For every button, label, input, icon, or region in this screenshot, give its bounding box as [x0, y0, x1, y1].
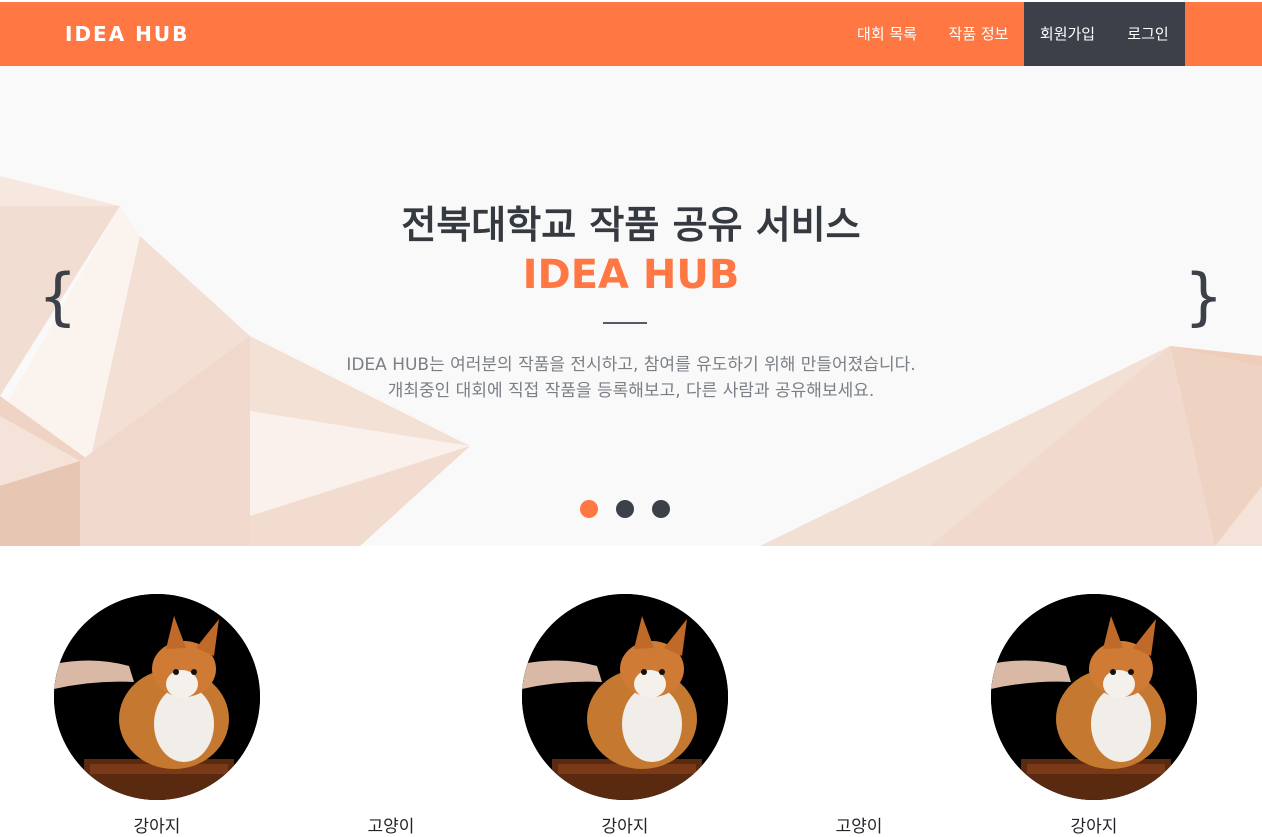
- corgi-image: [54, 594, 260, 800]
- hero-brand: IDEA HUB: [522, 252, 740, 298]
- nav-login[interactable]: 로그인: [1111, 2, 1185, 66]
- hero-divider: [603, 322, 647, 324]
- corgi-image: [522, 594, 728, 800]
- nav-signup[interactable]: 회원가입: [1024, 2, 1111, 66]
- hero-description-line-2: 개최중인 대회에 직접 작품을 등록해보고, 다른 사람과 공유해보세요.: [387, 381, 875, 401]
- nav-contest-list[interactable]: 대회 목록: [841, 2, 933, 66]
- work-caption-1[interactable]: 강아지: [67, 812, 247, 837]
- hero-title: 전북대학교 작품 공유 서비스: [401, 203, 861, 247]
- hero-background-pattern: [0, 176, 1262, 546]
- top-navbar: IDEA HUB 대회 목록 작품 정보 회원가입 로그인: [0, 2, 1262, 66]
- work-caption-cat-2[interactable]: 고양이: [769, 812, 949, 837]
- corgi-image: [991, 594, 1197, 800]
- work-thumbnail-3[interactable]: [991, 594, 1197, 800]
- hero-description-line-1: IDEA HUB는 여러분의 작품을 전시하고, 참여를 유도하기 위해 만들어…: [346, 355, 916, 375]
- work-caption-cat-1[interactable]: 고양이: [301, 812, 481, 837]
- work-thumbnail-1[interactable]: [54, 594, 260, 800]
- carousel-indicator-3[interactable]: [652, 500, 670, 518]
- nav-work-info[interactable]: 작품 정보: [933, 2, 1024, 66]
- carousel-indicator-2[interactable]: [616, 500, 634, 518]
- carousel-indicator-1[interactable]: [580, 500, 598, 518]
- brand-logo[interactable]: IDEA HUB: [65, 2, 189, 66]
- work-caption-3[interactable]: 강아지: [1004, 812, 1184, 837]
- work-thumbnail-2[interactable]: [522, 594, 728, 800]
- hero-carousel: { } 전북대학교 작품 공유 서비스 IDEA HUB IDEA HUB는 여…: [0, 66, 1262, 546]
- work-caption-2[interactable]: 강아지: [535, 812, 715, 837]
